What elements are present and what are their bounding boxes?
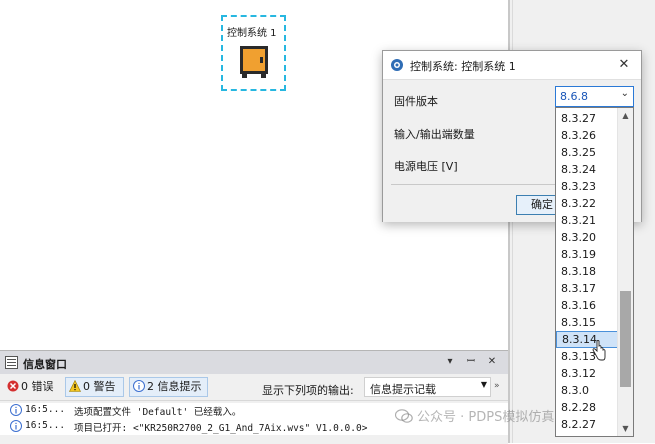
show-output-label: 显示下列项的输出: bbox=[262, 384, 354, 397]
firmware-option[interactable]: 8.3.20 bbox=[556, 229, 618, 246]
firmware-list-scrollbar[interactable]: ▲ ▼ bbox=[617, 108, 633, 436]
ok-button[interactable]: 确定 bbox=[516, 195, 558, 215]
chevron-down-icon[interactable]: ⌄ bbox=[621, 88, 629, 99]
scroll-up-icon[interactable]: ▲ bbox=[618, 108, 633, 123]
firmware-version-label: 固件版本 bbox=[394, 95, 438, 108]
firmware-selected-value: 8.6.8 bbox=[560, 90, 588, 103]
close-icon[interactable]: ✕ bbox=[485, 355, 499, 369]
info-icon bbox=[10, 404, 22, 416]
firmware-version-select[interactable]: 8.6.8 ⌄ bbox=[555, 86, 634, 107]
firmware-option[interactable]: 8.3.15 bbox=[556, 314, 618, 331]
error-icon bbox=[7, 380, 19, 392]
firmware-option[interactable]: 8.3.19 bbox=[556, 246, 618, 263]
mouse-cursor-icon bbox=[592, 340, 606, 361]
info-window-titlebar[interactable]: 信息窗口 ▾ ꟷ ✕ bbox=[0, 351, 508, 374]
dialog-separator bbox=[391, 184, 559, 185]
scrollbar-thumb[interactable] bbox=[620, 291, 631, 387]
control-cabinet-icon bbox=[240, 46, 268, 78]
firmware-option[interactable]: 8.3.21 bbox=[556, 212, 618, 229]
scroll-down-icon[interactable]: ▼ bbox=[618, 421, 633, 436]
message-text: 项目已打开: <"KR250R2700_2_G1_And_7Aix.wvs" V… bbox=[74, 423, 368, 434]
info-window: 信息窗口 ▾ ꟷ ✕ 0 错误 0 警告 2 信息提示 显示下列项的输出: 信息… bbox=[0, 350, 508, 444]
watermark: 公众号 · PDPS模拟仿真 bbox=[395, 406, 554, 425]
pin-icon[interactable]: ꟷ bbox=[464, 355, 478, 369]
errors-filter-button[interactable]: 0 错误 bbox=[3, 377, 61, 397]
firmware-option[interactable]: 8.3.16 bbox=[556, 297, 618, 314]
window-icon bbox=[5, 356, 18, 369]
firmware-option[interactable]: 8.2.27 bbox=[556, 416, 618, 433]
close-icon[interactable]: ✕ bbox=[613, 54, 635, 76]
control-system-label: 控制系统 1 bbox=[227, 28, 277, 39]
supply-voltage-label: 电源电压 [V] bbox=[394, 160, 458, 173]
control-system-node[interactable]: 控制系统 1 bbox=[221, 15, 286, 91]
warning-icon bbox=[69, 380, 81, 392]
errors-filter-label: 0 错误 bbox=[21, 380, 54, 393]
app-icon bbox=[391, 59, 403, 71]
firmware-option[interactable]: 8.3.13 bbox=[556, 348, 618, 365]
warnings-filter-button[interactable]: 0 警告 bbox=[65, 377, 124, 397]
message-time: 16:5... bbox=[25, 404, 66, 415]
info-icon bbox=[10, 420, 22, 432]
firmware-option-highlighted[interactable]: 8.3.14 bbox=[556, 331, 618, 348]
watermark-text: 公众号 · PDPS模拟仿真 bbox=[417, 410, 555, 425]
info-window-toolbar: 0 错误 0 警告 2 信息提示 显示下列项的输出: 信息提示记载 ▼ » bbox=[0, 374, 508, 401]
message-text: 选项配置文件 'Default' 已经载入。 bbox=[74, 407, 242, 418]
info-icon bbox=[133, 380, 145, 392]
firmware-option[interactable]: 8.3.27 bbox=[556, 110, 618, 127]
wechat-logo-icon bbox=[395, 409, 413, 423]
firmware-option[interactable]: 8.3.26 bbox=[556, 127, 618, 144]
output-filter-value: 信息提示记载 bbox=[370, 383, 436, 396]
output-filter-select[interactable]: 信息提示记载 ▼ bbox=[364, 377, 491, 397]
io-count-label: 输入/输出端数量 bbox=[394, 128, 475, 141]
firmware-option[interactable]: 8.3.18 bbox=[556, 263, 618, 280]
infos-filter-label: 2 信息提示 bbox=[147, 380, 202, 393]
dropdown-icon[interactable]: ▾ bbox=[443, 355, 457, 369]
more-icon[interactable]: » bbox=[494, 381, 500, 391]
ok-button-label: 确定 bbox=[531, 198, 553, 211]
infos-filter-button[interactable]: 2 信息提示 bbox=[129, 377, 208, 397]
warnings-filter-label: 0 警告 bbox=[83, 380, 116, 393]
chevron-down-icon[interactable]: ▼ bbox=[481, 380, 487, 389]
firmware-option[interactable]: 8.3.0 bbox=[556, 382, 618, 399]
firmware-option[interactable]: 8.3.17 bbox=[556, 280, 618, 297]
info-window-title: 信息窗口 bbox=[23, 358, 67, 371]
firmware-options-list[interactable]: 8.3.27 8.3.26 8.3.25 8.3.24 8.3.23 8.3.2… bbox=[555, 107, 634, 437]
firmware-option[interactable]: 8.3.12 bbox=[556, 365, 618, 382]
firmware-option[interactable]: 8.2.28 bbox=[556, 399, 618, 416]
firmware-option[interactable]: 8.3.22 bbox=[556, 195, 618, 212]
firmware-option[interactable]: 8.3.25 bbox=[556, 144, 618, 161]
message-time: 16:5... bbox=[25, 420, 66, 431]
firmware-option[interactable]: 8.3.24 bbox=[556, 161, 618, 178]
dialog-titlebar[interactable]: 控制系统: 控制系统 1 ✕ bbox=[383, 51, 641, 79]
firmware-option[interactable]: 8.3.23 bbox=[556, 178, 618, 195]
dialog-title: 控制系统: 控制系统 1 bbox=[410, 60, 516, 73]
